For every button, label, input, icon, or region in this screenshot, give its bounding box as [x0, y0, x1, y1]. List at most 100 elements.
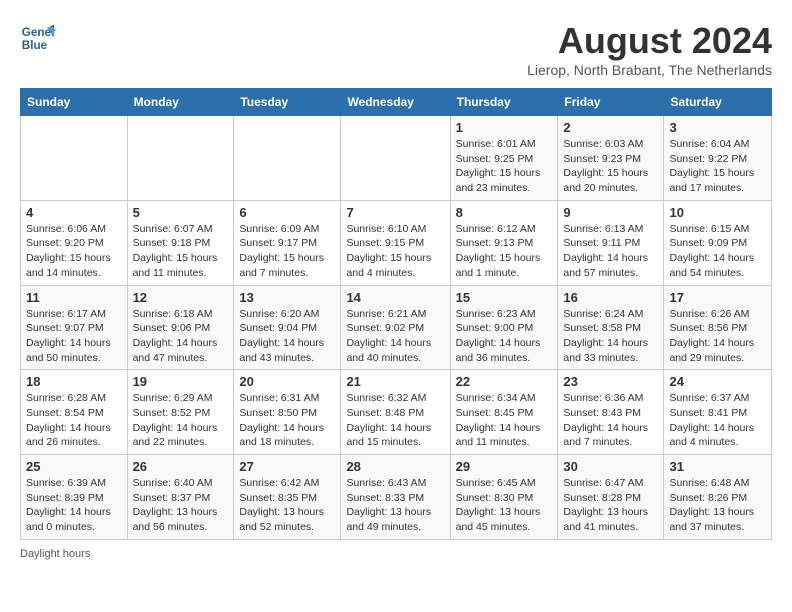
day-cell: 15Sunrise: 6:23 AM Sunset: 9:00 PM Dayli… — [450, 285, 558, 370]
header-cell-tuesday: Tuesday — [234, 89, 341, 116]
day-info: Sunrise: 6:34 AM Sunset: 8:45 PM Dayligh… — [456, 391, 553, 450]
day-cell: 12 Sunrise: 6:18 AM Sunset: 9:06 PM Dayli… — [127, 285, 234, 370]
day-cell: 30Sunrise: 6:47 AM Sunset: 8:28 PM Dayli… — [558, 455, 664, 540]
header-cell-thursday: Thursday — [450, 89, 558, 116]
day-cell: 2 Sunrise: 6:03 AM Sunset: 9:23 PM Daylig… — [558, 116, 664, 201]
day-info: Sunrise: 6:18 AM Sunset: 9:06 PM Dayligh… — [133, 307, 229, 366]
day-cell: 14 Sunrise: 6:21 AM Sunset: 9:02 PM Dayli… — [341, 285, 450, 370]
logo-icon: General Blue — [20, 20, 56, 56]
day-number: 30 — [563, 459, 658, 474]
title-area: August 2024 Lierop, North Brabant, The N… — [527, 20, 772, 78]
day-info: Sunrise: 6:20 AM Sunset: 9:04 PM Dayligh… — [239, 307, 335, 366]
day-number: 27 — [239, 459, 335, 474]
day-info: Sunrise: 6:37 AM Sunset: 8:41 PM Dayligh… — [669, 391, 766, 450]
day-cell — [127, 116, 234, 201]
day-cell: 22 Sunrise: 6:34 AM Sunset: 8:45 PM Dayli… — [450, 370, 558, 455]
day-info: Sunrise: 6:28 AM Sunset: 8:54 PM Dayligh… — [26, 391, 122, 450]
day-info: Sunrise: 6:10 AM Sunset: 9:15 PM Dayligh… — [346, 222, 444, 281]
day-info: Sunrise: 6:48 AM Sunset: 8:26 PM Dayligh… — [669, 476, 766, 535]
day-info: Sunrise: 6:32 AM Sunset: 8:48 PM Dayligh… — [346, 391, 444, 450]
day-number: 16 — [563, 290, 658, 305]
day-number: 8 — [456, 205, 553, 220]
day-number: 24 — [669, 374, 766, 389]
day-number: 25 — [26, 459, 122, 474]
day-number: 3 — [669, 120, 766, 135]
day-cell: 28 Sunrise: 6:43 AM Sunset: 8:33 PM Dayli… — [341, 455, 450, 540]
day-info: Sunrise: 6:43 AM Sunset: 8:33 PM Dayligh… — [346, 476, 444, 535]
header-cell-wednesday: Wednesday — [341, 89, 450, 116]
day-cell: 21 Sunrise: 6:32 AM Sunset: 8:48 PM Dayli… — [341, 370, 450, 455]
day-cell: 29Sunrise: 6:45 AM Sunset: 8:30 PM Dayli… — [450, 455, 558, 540]
day-number: 22 — [456, 374, 553, 389]
day-info: Sunrise: 6:07 AM Sunset: 9:18 PM Dayligh… — [133, 222, 229, 281]
day-number: 1 — [456, 120, 553, 135]
header-row: SundayMondayTuesdayWednesdayThursdayFrid… — [21, 89, 772, 116]
day-number: 6 — [239, 205, 335, 220]
day-info: Sunrise: 6:24 AM Sunset: 8:58 PM Dayligh… — [563, 307, 658, 366]
day-cell: 5Sunrise: 6:07 AM Sunset: 9:18 PM Daylig… — [127, 200, 234, 285]
day-cell: 17Sunrise: 6:26 AM Sunset: 8:56 PM Dayli… — [664, 285, 772, 370]
header-cell-friday: Friday — [558, 89, 664, 116]
day-info: Sunrise: 6:03 AM Sunset: 9:23 PM Dayligh… — [563, 137, 658, 196]
day-number: 21 — [346, 374, 444, 389]
day-info: Sunrise: 6:29 AM Sunset: 8:52 PM Dayligh… — [133, 391, 229, 450]
day-cell: 8Sunrise: 6:12 AM Sunset: 9:13 PM Daylig… — [450, 200, 558, 285]
header: General Blue August 2024 Lierop, North B… — [20, 20, 772, 78]
day-number: 18 — [26, 374, 122, 389]
day-info: Sunrise: 6:36 AM Sunset: 8:43 PM Dayligh… — [563, 391, 658, 450]
day-info: Sunrise: 6:01 AM Sunset: 9:25 PM Dayligh… — [456, 137, 553, 196]
day-info: Sunrise: 6:26 AM Sunset: 8:56 PM Dayligh… — [669, 307, 766, 366]
day-number: 12 — [133, 290, 229, 305]
week-row-5: 25 Sunrise: 6:39 AM Sunset: 8:39 PM Dayli… — [21, 455, 772, 540]
day-number: 31 — [669, 459, 766, 474]
day-cell: 27Sunrise: 6:42 AM Sunset: 8:35 PM Dayli… — [234, 455, 341, 540]
svg-text:Blue: Blue — [22, 39, 48, 52]
header-cell-sunday: Sunday — [21, 89, 128, 116]
day-info: Sunrise: 6:17 AM Sunset: 9:07 PM Dayligh… — [26, 307, 122, 366]
day-cell: 19Sunrise: 6:29 AM Sunset: 8:52 PM Dayli… — [127, 370, 234, 455]
day-number: 28 — [346, 459, 444, 474]
day-cell: 18 Sunrise: 6:28 AM Sunset: 8:54 PM Dayli… — [21, 370, 128, 455]
day-number: 26 — [133, 459, 229, 474]
day-number: 7 — [346, 205, 444, 220]
day-cell: 7 Sunrise: 6:10 AM Sunset: 9:15 PM Daylig… — [341, 200, 450, 285]
day-cell: 1 Sunrise: 6:01 AM Sunset: 9:25 PM Daylig… — [450, 116, 558, 201]
day-cell — [234, 116, 341, 201]
day-cell: 9 Sunrise: 6:13 AM Sunset: 9:11 PM Daylig… — [558, 200, 664, 285]
day-cell: 6 Sunrise: 6:09 AM Sunset: 9:17 PM Daylig… — [234, 200, 341, 285]
day-info: Sunrise: 6:23 AM Sunset: 9:00 PM Dayligh… — [456, 307, 553, 366]
day-cell: 11 Sunrise: 6:17 AM Sunset: 9:07 PM Dayli… — [21, 285, 128, 370]
calendar-title: August 2024 — [527, 20, 772, 62]
day-info: Sunrise: 6:39 AM Sunset: 8:39 PM Dayligh… — [26, 476, 122, 535]
week-row-2: 4Sunrise: 6:06 AM Sunset: 9:20 PM Daylig… — [21, 200, 772, 285]
day-number: 29 — [456, 459, 553, 474]
day-cell: 31 Sunrise: 6:48 AM Sunset: 8:26 PM Dayli… — [664, 455, 772, 540]
day-cell: 20Sunrise: 6:31 AM Sunset: 8:50 PM Dayli… — [234, 370, 341, 455]
day-cell — [21, 116, 128, 201]
day-cell: 23Sunrise: 6:36 AM Sunset: 8:43 PM Dayli… — [558, 370, 664, 455]
day-info: Sunrise: 6:13 AM Sunset: 9:11 PM Dayligh… — [563, 222, 658, 281]
day-cell: 25 Sunrise: 6:39 AM Sunset: 8:39 PM Dayli… — [21, 455, 128, 540]
day-number: 20 — [239, 374, 335, 389]
calendar-header: SundayMondayTuesdayWednesdayThursdayFrid… — [21, 89, 772, 116]
day-info: Sunrise: 6:21 AM Sunset: 9:02 PM Dayligh… — [346, 307, 444, 366]
day-cell: 24 Sunrise: 6:37 AM Sunset: 8:41 PM Dayli… — [664, 370, 772, 455]
day-cell: 10Sunrise: 6:15 AM Sunset: 9:09 PM Dayli… — [664, 200, 772, 285]
day-info: Sunrise: 6:04 AM Sunset: 9:22 PM Dayligh… — [669, 137, 766, 196]
week-row-4: 18 Sunrise: 6:28 AM Sunset: 8:54 PM Dayli… — [21, 370, 772, 455]
day-number: 13 — [239, 290, 335, 305]
day-number: 2 — [563, 120, 658, 135]
week-row-1: 1 Sunrise: 6:01 AM Sunset: 9:25 PM Daylig… — [21, 116, 772, 201]
day-info: Sunrise: 6:09 AM Sunset: 9:17 PM Dayligh… — [239, 222, 335, 281]
day-number: 4 — [26, 205, 122, 220]
calendar-body: 1 Sunrise: 6:01 AM Sunset: 9:25 PM Daylig… — [21, 116, 772, 540]
day-number: 14 — [346, 290, 444, 305]
day-cell — [341, 116, 450, 201]
day-number: 9 — [563, 205, 658, 220]
day-number: 11 — [26, 290, 122, 305]
day-cell: 26 Sunrise: 6:40 AM Sunset: 8:37 PM Dayli… — [127, 455, 234, 540]
calendar-table: SundayMondayTuesdayWednesdayThursdayFrid… — [20, 88, 772, 540]
week-row-3: 11 Sunrise: 6:17 AM Sunset: 9:07 PM Dayli… — [21, 285, 772, 370]
day-info: Sunrise: 6:40 AM Sunset: 8:37 PM Dayligh… — [133, 476, 229, 535]
day-cell: 3 Sunrise: 6:04 AM Sunset: 9:22 PM Daylig… — [664, 116, 772, 201]
